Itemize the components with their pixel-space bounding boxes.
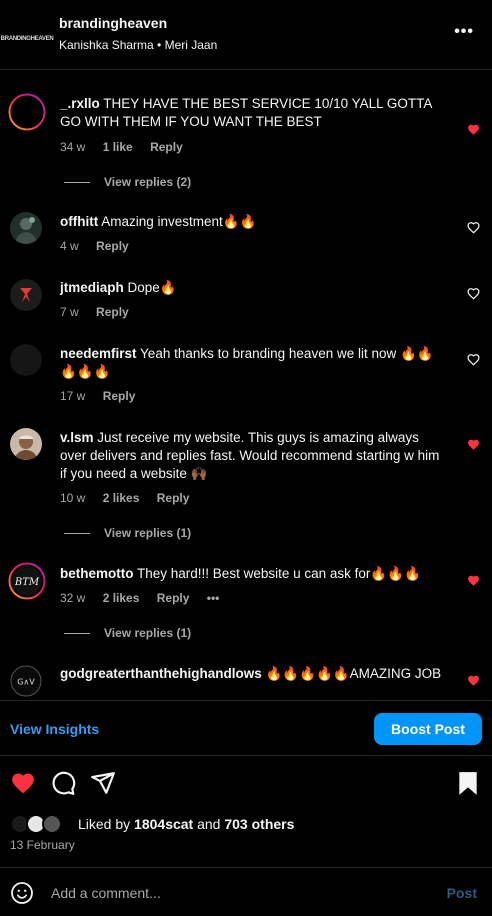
comment-meta: 32 w 2 likes Reply ••• [60,591,233,605]
comment-age: 17 w [60,389,86,403]
comment-text: needemfirst Yeah thanks to branding heav… [60,345,445,381]
post-header: BRANDINGHEAVEN brandingheaven Kanishka S… [0,0,492,70]
heart-filled-icon[interactable] [467,123,480,136]
view-replies-label[interactable]: View replies (2) [104,175,191,189]
like-heart-icon[interactable] [10,770,36,796]
heart-filled-icon[interactable] [467,674,480,687]
avatar[interactable] [10,212,42,244]
comment-text: bethemotto They hard!!! Best website u c… [60,565,445,583]
heart-outline-icon[interactable] [467,221,480,234]
comment-text: offhitt Amazing investment🔥🔥 [60,213,445,231]
comment-body: Just receive my website. This guys is am… [60,430,440,481]
post-actions [0,768,492,798]
comment-username[interactable]: v.lsm [60,430,94,445]
comment-likes[interactable]: 2 likes [103,491,140,505]
comment-body: They hard!!! Best website u can ask for🔥… [137,566,421,581]
comment-age: 7 w [60,305,79,319]
comment-input[interactable]: Add a comment... [51,885,161,901]
account-username[interactable]: brandingheaven [59,15,167,31]
boost-post-button[interactable]: Boost Post [374,713,482,745]
comment-username[interactable]: bethemotto [60,566,134,581]
view-replies-button[interactable]: View replies (1) [64,626,191,640]
reply-button[interactable]: Reply [96,239,129,253]
comment-body: 🔥🔥🔥🔥🔥AMAZING JOB [265,666,442,681]
comment-body: Dope🔥 [127,280,177,295]
avatar[interactable] [10,428,42,460]
comment-text: jtmediaph Dope🔥 [60,279,445,297]
comment-likes[interactable]: 1 like [103,140,133,154]
heart-outline-icon[interactable] [467,353,480,366]
comment-age: 4 w [60,239,79,253]
comment-meta: 17 w Reply [60,389,149,403]
divider [64,532,90,534]
add-comment-bar: Add a comment... Post [0,867,492,916]
comment-age: 34 w [60,140,86,154]
share-icon[interactable] [90,770,116,796]
reply-button[interactable]: Reply [96,305,129,319]
avatar[interactable] [10,279,42,311]
comment-username[interactable]: needemfirst [60,346,137,361]
comment-meta: 7 w Reply [60,305,143,319]
avatar[interactable]: G∧V [10,665,42,697]
post-date: 13 February [10,838,75,852]
reply-button[interactable]: Reply [103,389,136,403]
avatar[interactable] [8,93,46,131]
comment-meta: 10 w 2 likes Reply [60,491,203,505]
likes-prefix: Liked by [78,816,131,832]
reply-button[interactable]: Reply [157,491,190,505]
audio-subtitle[interactable]: Kanishka Sharma • Meri Jaan [59,38,217,52]
avatar-monogram: BTM [14,577,40,588]
comment-username[interactable]: offhitt [60,214,98,229]
more-options-icon[interactable]: ••• [454,23,474,41]
heart-filled-icon[interactable] [467,574,480,587]
likes-others[interactable]: 703 others [224,816,294,832]
heart-filled-icon[interactable] [467,438,480,451]
view-insights-link[interactable]: View Insights [10,721,99,737]
divider [64,632,90,634]
avatar[interactable] [10,344,42,376]
comment-age: 32 w [60,591,86,605]
comment-icon[interactable] [50,770,76,796]
view-replies-label[interactable]: View replies (1) [104,626,191,640]
comment-text: _.rxllo THEY HAVE THE BEST SERVICE 10/10… [60,95,445,131]
comment-body: Amazing investment🔥🔥 [101,214,257,229]
avatar [42,814,62,834]
post-comment-button[interactable]: Post [447,885,477,901]
comment-text: v.lsm Just receive my website. This guys… [60,429,445,483]
comment-username[interactable]: godgreaterthanthehighandlows [60,666,262,681]
liker-username[interactable]: 1804scat [134,816,193,832]
comments-list[interactable]: _.rxllo THEY HAVE THE BEST SERVICE 10/10… [0,71,492,699]
comment-body: THEY HAVE THE BEST SERVICE 10/10 YALL GO… [60,96,432,129]
comment-meta: 34 w 1 like Reply [60,140,197,154]
comment-username[interactable]: _.rxllo [60,96,100,111]
comment-text: godgreaterthanthehighandlows 🔥🔥🔥🔥🔥AMAZIN… [60,665,445,683]
view-replies-button[interactable]: View replies (1) [64,526,191,540]
comment-more-icon[interactable]: ••• [207,591,220,605]
avatar-monogram: G∧V [17,678,35,687]
view-replies-label[interactable]: View replies (1) [104,526,191,540]
view-replies-button[interactable]: View replies (2) [64,175,191,189]
comment-username[interactable]: jtmediaph [60,280,124,295]
comment-age: 10 w [60,491,86,505]
avatar[interactable]: BTM [8,562,46,600]
reply-button[interactable]: Reply [157,591,190,605]
comment-likes[interactable]: 2 likes [103,591,140,605]
likes-and: and [197,816,221,832]
divider [64,181,90,183]
insights-bar: View Insights Boost Post [0,700,492,756]
likes-summary[interactable]: Liked by 1804scat and 703 others [10,814,294,834]
bookmark-icon[interactable] [455,770,481,796]
account-avatar[interactable]: BRANDINGHEAVEN [1,22,54,56]
liker-avatars [10,814,66,834]
reply-button[interactable]: Reply [150,140,183,154]
emoji-icon[interactable] [10,881,34,905]
heart-outline-icon[interactable] [467,287,480,300]
comment-meta: 4 w Reply [60,239,143,253]
